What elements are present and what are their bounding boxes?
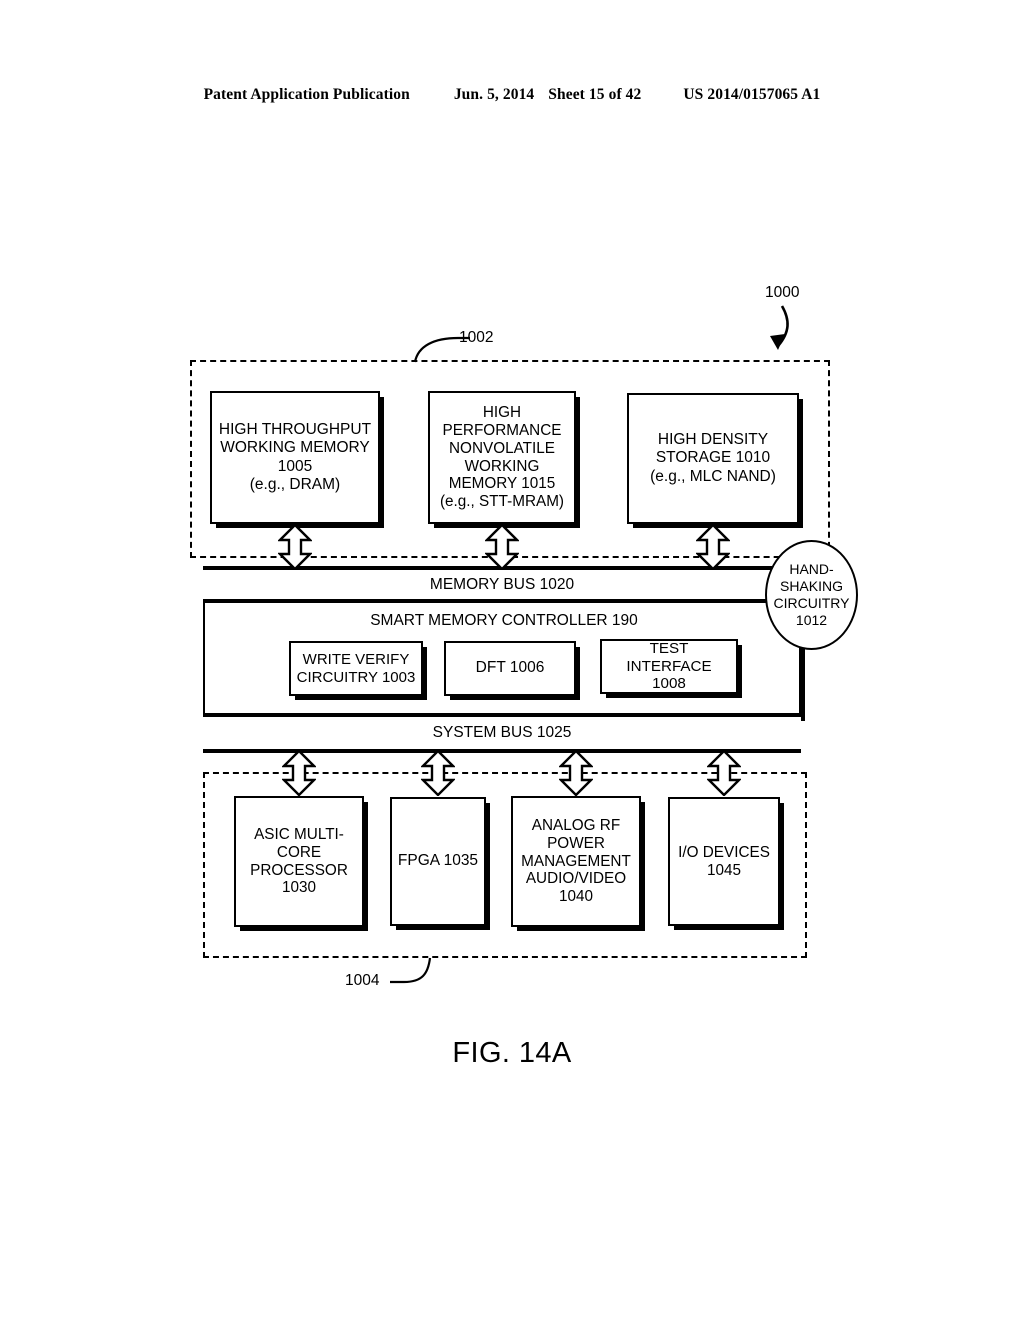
block-label-1006: DFT 1006: [475, 659, 545, 677]
memory-bus-label: MEMORY BUS 1020: [429, 575, 575, 593]
double-arrow-memory-1010: [696, 524, 730, 570]
block-label-1008: TEST INTERFACE 1008: [626, 639, 712, 693]
reference-numeral-1004: 1004: [345, 972, 380, 989]
block-label-1005: HIGH THROUGHPUT WORKING MEMORY 1005 (e.g…: [218, 421, 372, 493]
memory-bus: MEMORY BUS 1020: [203, 566, 801, 603]
block-write-verify-circuitry[interactable]: WRITE VERIFY CIRCUITRY 1003: [289, 641, 423, 696]
smart-memory-controller-label: SMART MEMORY CONTROLLER 190: [370, 612, 638, 629]
block-label-1045: I/O DEVICES 1045: [678, 843, 770, 879]
block-handshaking-circuitry[interactable]: HAND- SHAKING CIRCUITRY 1012: [765, 540, 858, 650]
system-bus-label: SYSTEM BUS 1025: [432, 724, 572, 741]
block-label-1035: FPGA 1035: [397, 852, 479, 870]
leader-line-1002: [412, 330, 470, 364]
block-label-1030: ASIC MULTI- CORE PROCESSOR 1030: [250, 825, 348, 897]
leader-line-1000: [760, 302, 820, 364]
double-arrow-device-1035: [421, 750, 455, 796]
block-label-1012: HAND- SHAKING CIRCUITRY 1012: [773, 561, 850, 628]
double-arrow-memory-1005: [278, 524, 312, 570]
reference-numeral-1000: 1000: [765, 284, 800, 301]
leader-line-1004: [390, 956, 448, 990]
block-fpga[interactable]: FPGA 1035: [390, 797, 486, 926]
double-arrow-memory-1015: [485, 524, 519, 570]
block-high-throughput-working-memory[interactable]: HIGH THROUGHPUT WORKING MEMORY 1005 (e.g…: [210, 391, 380, 524]
block-analog-rf-power-management[interactable]: ANALOG RF POWER MANAGEMENT AUDIO/VIDEO 1…: [511, 796, 641, 927]
double-arrow-device-1030: [282, 750, 316, 796]
double-arrow-device-1040: [559, 750, 593, 796]
block-io-devices[interactable]: I/O DEVICES 1045: [668, 797, 780, 926]
double-arrow-device-1045: [707, 750, 741, 796]
patent-page: Patent Application Publication Jun. 5, 2…: [0, 0, 1024, 1320]
block-label-1010: HIGH DENSITY STORAGE 1010 (e.g., MLC NAN…: [650, 431, 776, 485]
system-bus: SYSTEM BUS 1025: [203, 713, 801, 753]
figure-caption: FIG. 14A: [452, 1037, 572, 1069]
figure-14a: 1000 1002 HIGH THROUGHPUT WORKING MEMORY…: [0, 0, 1024, 1320]
block-asic-multicore-processor[interactable]: ASIC MULTI- CORE PROCESSOR 1030: [234, 796, 364, 927]
block-label-1040: ANALOG RF POWER MANAGEMENT AUDIO/VIDEO 1…: [521, 816, 631, 906]
block-test-interface[interactable]: TEST INTERFACE 1008: [600, 639, 738, 694]
block-high-performance-nonvolatile-working-memory[interactable]: HIGH PERFORMANCE NONVOLATILE WORKING MEM…: [428, 391, 576, 524]
block-dft[interactable]: DFT 1006: [444, 641, 576, 696]
block-label-1015: HIGH PERFORMANCE NONVOLATILE WORKING MEM…: [439, 403, 565, 511]
block-high-density-storage[interactable]: HIGH DENSITY STORAGE 1010 (e.g., MLC NAN…: [627, 393, 799, 524]
block-label-1003: WRITE VERIFY CIRCUITRY 1003: [296, 650, 416, 686]
